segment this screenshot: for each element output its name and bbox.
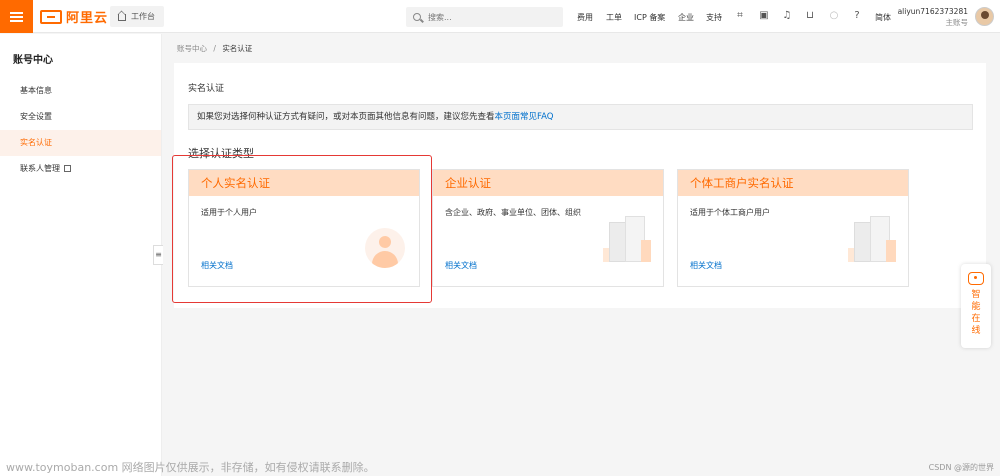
user-role: 主账号	[945, 18, 969, 27]
breadcrumb: 账号中心 / 实名认证	[177, 43, 252, 54]
breadcrumb-parent[interactable]: 账号中心	[177, 44, 207, 53]
sidebar-item-label: 实名认证	[20, 138, 52, 147]
language-switch[interactable]: 简体	[875, 12, 891, 23]
sidebar-item-security[interactable]: 安全设置	[0, 104, 161, 130]
faq-link[interactable]: 本页面常见FAQ	[495, 112, 554, 122]
highlight-box	[172, 155, 432, 303]
menu-button[interactable]	[0, 0, 33, 33]
breadcrumb-current: 实名认证	[222, 44, 253, 53]
building-icon	[603, 214, 653, 262]
code-icon[interactable]: ⌗	[735, 11, 745, 21]
sidebar-item-verification[interactable]: 实名认证	[0, 130, 161, 156]
user-info[interactable]: aliyun7162373281 主账号	[898, 6, 968, 28]
sidebar-title: 账号中心	[13, 55, 53, 66]
assistant-icon	[968, 272, 984, 285]
page-title: 实名认证	[188, 84, 225, 94]
help-icon[interactable]: ?	[852, 11, 862, 21]
building-icon	[848, 214, 898, 262]
nav-link-enterprise[interactable]: 企业	[678, 12, 694, 23]
avatar[interactable]	[975, 7, 994, 26]
aliyun-logo[interactable]: 阿里云	[40, 8, 109, 26]
watermark-text: www.toymoban.com 网络图片仅供展示，非存储，如有侵权请联系删除。	[6, 461, 375, 474]
search-icon	[413, 13, 421, 21]
terminal-icon[interactable]: ▣	[759, 11, 769, 21]
card-title: 企业认证	[433, 170, 663, 196]
nav-link-support[interactable]: 支持	[706, 12, 722, 23]
card-desc: 适用于个体工商户用户	[690, 208, 770, 217]
sidebar-item-label: 联系人管理	[20, 164, 60, 173]
logo-icon	[40, 9, 62, 24]
breadcrumb-separator: /	[213, 44, 216, 53]
user-name: aliyun7162373281	[897, 7, 968, 16]
top-navbar: 阿里云 工作台 费用 工单 ICP 备案 企业 支持 ⌗ ▣ ♫ ⊔ ○ ? 简…	[0, 0, 1000, 33]
card-enterprise[interactable]: 企业认证 含企业、政府、事业单位、团体、组织 相关文档	[432, 169, 664, 287]
search-input[interactable]	[428, 12, 548, 22]
sidebar-item-label: 基本信息	[20, 86, 52, 95]
sidebar-item-label: 安全设置	[20, 112, 52, 121]
card-title: 个体工商户实名认证	[678, 170, 908, 196]
card-doc-link[interactable]: 相关文档	[445, 260, 477, 271]
notice-text: 如果您对选择何种认证方式有疑问，或对本页面其他信息有问题，建议您先查看	[197, 112, 495, 122]
bell-icon[interactable]: ♫	[782, 11, 792, 21]
workbench-button[interactable]: 工作台	[110, 6, 164, 27]
smart-assistant-button[interactable]: 智能在线	[961, 264, 991, 348]
card-individual-business[interactable]: 个体工商户实名认证 适用于个体工商户用户 相关文档	[677, 169, 909, 287]
faq-notice: 如果您对选择何种认证方式有疑问，或对本页面其他信息有问题，建议您先查看本页面常见…	[188, 104, 973, 130]
sidebar-item-contacts[interactable]: 联系人管理	[0, 156, 161, 182]
credit-text: CSDN @源的世界	[928, 463, 994, 472]
external-link-icon	[64, 165, 71, 172]
search-box[interactable]	[406, 7, 563, 27]
assistant-label: 智能在线	[971, 290, 981, 336]
sidebar-item-basic-info[interactable]: 基本信息	[0, 78, 161, 104]
card-doc-link[interactable]: 相关文档	[690, 260, 722, 271]
logo-text: 阿里云	[66, 11, 109, 26]
nav-link-tickets[interactable]: 工单	[606, 12, 622, 23]
home-icon	[118, 14, 126, 21]
card-desc: 含企业、政府、事业单位、团体、组织	[445, 208, 581, 217]
cart-icon[interactable]: ⊔	[805, 11, 815, 21]
hamburger-icon	[10, 11, 23, 22]
sidebar-collapse-handle[interactable]: ≡	[153, 245, 163, 265]
workbench-label: 工作台	[131, 12, 155, 21]
nav-link-billing[interactable]: 费用	[577, 12, 593, 23]
sidebar: 账号中心 基本信息 安全设置 实名认证 联系人管理	[0, 34, 162, 476]
nav-link-icp[interactable]: ICP 备案	[634, 12, 665, 23]
bulb-icon[interactable]: ○	[829, 11, 839, 21]
